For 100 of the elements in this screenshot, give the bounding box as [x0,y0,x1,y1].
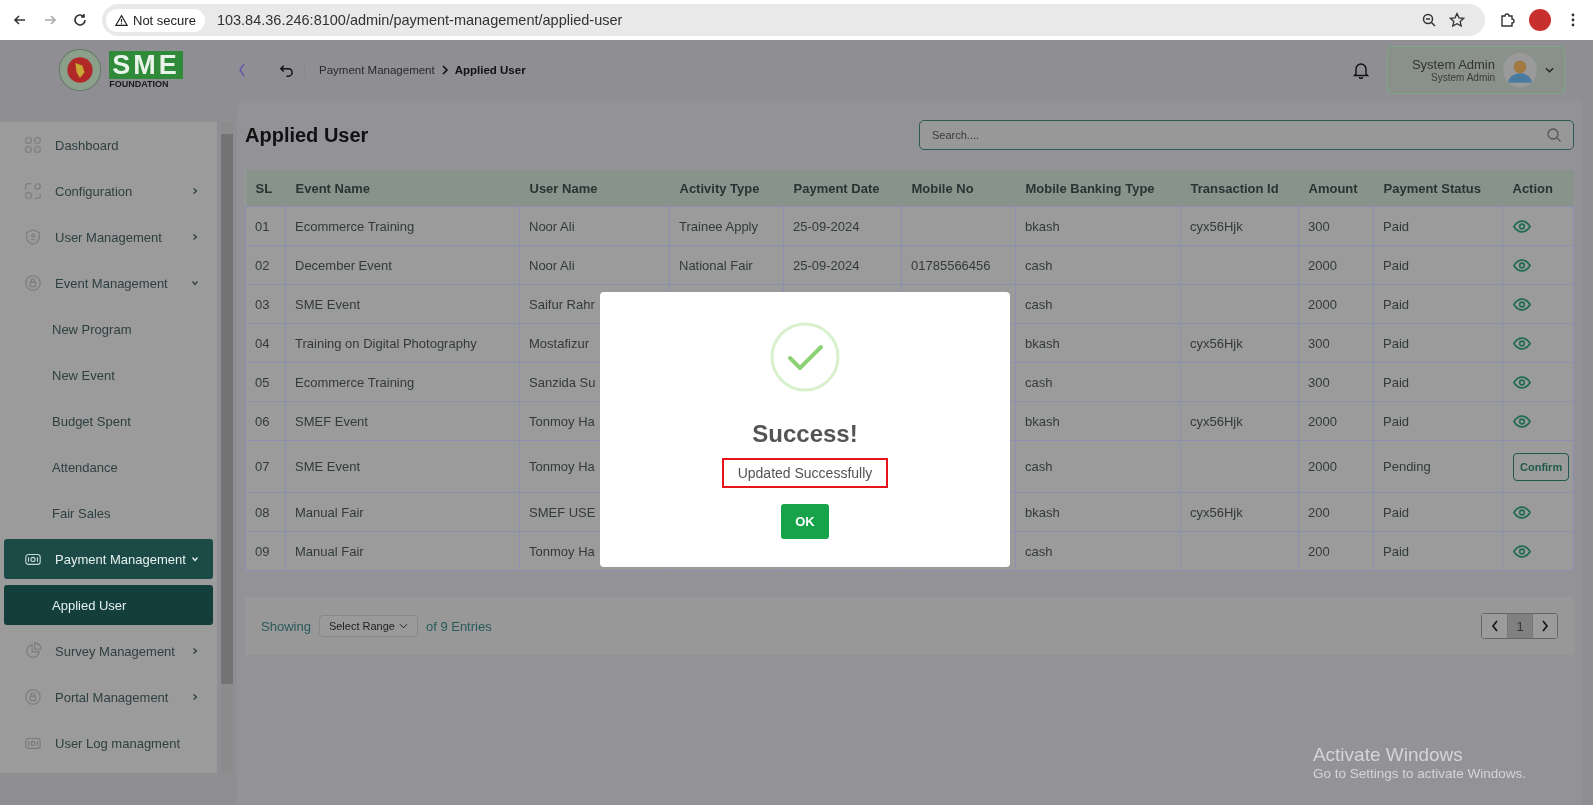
chevron-down-icon [398,623,408,629]
sidebar-item[interactable]: Dashboard [4,125,213,165]
chevron-right-icon [191,233,199,241]
chevron-right-icon [191,693,199,701]
column-header: Action [1502,170,1574,207]
banking-type: bkash [1015,492,1181,532]
amount: 2000 [1298,440,1374,493]
event-name: Training on Digital Photography [285,323,520,363]
chevron-right-icon [191,647,199,655]
url-text: 103.84.36.246:8100/admin/payment-management/applied-user [216,12,623,28]
star-icon[interactable] [1449,12,1465,28]
banking-type: cash [1015,284,1181,324]
serial-number: 07 [245,440,286,493]
undo-icon[interactable] [279,62,305,78]
ok-button[interactable]: OK [781,504,829,539]
payment-status: Paid [1373,323,1503,363]
sidebar-subitem[interactable]: Attendance [4,447,213,487]
puzzle-icon[interactable] [1499,12,1515,28]
sidebar-item[interactable]: Payment Management [4,539,213,579]
amount: 300 [1298,206,1374,246]
transaction-id: cyx56Hjk [1180,492,1299,532]
sidebar-scrollbar[interactable] [221,122,233,773]
emblem-icon [57,47,104,93]
next-page-button[interactable] [1532,614,1557,638]
pie-chart-icon [24,642,42,660]
notification-bell-icon[interactable] [1352,61,1369,79]
sidebar-item[interactable]: User Management [4,217,213,257]
activity-type: Trainee Apply [669,206,784,246]
column-header: User Name [519,170,670,207]
banking-type: cash [1015,531,1181,571]
transaction-id: cyx56Hjk [1180,323,1299,363]
event-name: Ecommerce Training [285,362,520,402]
banking-type: bkash [1015,323,1181,363]
chevron-down-icon [1545,67,1554,73]
logo: SME FOUNDATION [109,51,183,89]
dialog-message: Updated Successfully [721,458,889,488]
column-header: Amount [1298,170,1374,207]
banking-type: cash [1015,245,1181,285]
sidebar-subitem[interactable]: New Program [4,309,213,349]
address-bar[interactable]: Not secure 103.84.36.246:8100/admin/payment-management/applied-user [102,4,1485,36]
sidebar-item[interactable]: User Log managment [4,723,213,763]
chevron-right-icon [1541,620,1549,632]
event-name: Manual Fair [285,531,520,571]
shapes-icon [24,182,42,200]
serial-number: 06 [245,401,286,441]
sidebar-item[interactable]: Event Management [4,263,213,303]
warning-icon [115,13,128,27]
banking-type: bkash [1015,401,1181,441]
event-name: SME Event [285,440,520,493]
zoom-icon[interactable] [1421,12,1437,28]
payment-date: 25-09-2024 [783,206,902,246]
range-select[interactable]: Select Range [318,615,418,637]
event-name: Manual Fair [285,492,520,532]
payment-status: Paid [1373,401,1503,441]
banking-type: cash [1015,362,1181,402]
chevron-down-icon [191,279,199,287]
payment-status: Pending [1373,440,1503,493]
breadcrumb-item: Applied User [454,64,526,76]
event-name: December Event [285,245,520,285]
chevron-right-icon [440,65,449,75]
column-header: Activity Type [669,170,784,207]
reload-icon[interactable] [72,12,88,28]
sidebar-item[interactable]: Survey Management [4,631,213,671]
payment-status: Paid [1373,531,1503,571]
lock-icon [24,688,42,706]
serial-number: 02 [245,245,286,285]
page-button[interactable]: 1 [1507,614,1532,638]
sidebar-subitem[interactable]: Fair Sales [4,493,213,533]
sidebar-subitem[interactable]: Applied User [4,585,213,625]
sidebar-item[interactable]: Portal Management [4,677,213,717]
dialog-title: Success! [752,420,858,448]
payment-date: 25-09-2024 [783,245,902,285]
column-header: Payment Status [1373,170,1503,207]
payment-status: Paid [1373,245,1503,285]
user-menu[interactable]: System Admin System Admin [1386,46,1565,94]
column-header: Payment Date [783,170,902,207]
page-title: Applied User [245,123,369,147]
banking-type: bkash [1015,206,1181,246]
serial-number: 08 [245,492,286,532]
breadcrumb-item[interactable]: Payment Management [319,64,435,76]
column-header: Event Name [285,170,520,207]
showing-label: Showing [261,618,311,634]
profile-avatar[interactable] [1529,9,1551,31]
column-header: Transaction Id [1180,170,1299,207]
confirm-button[interactable]: Confirm [1513,452,1570,481]
sidebar-subitem[interactable]: New Event [4,355,213,395]
sidebar-item[interactable]: Configuration [4,171,213,211]
amount: 300 [1298,362,1374,402]
chevron-right-icon [191,187,199,195]
sidebar-subitem[interactable]: Budget Spent [4,401,213,441]
search-field[interactable]: Search.... [919,120,1574,150]
amount: 2000 [1298,245,1374,285]
payment-status: Paid [1373,284,1503,324]
payment-status: Paid [1373,206,1503,246]
security-chip[interactable]: Not secure [106,8,205,32]
column-header: Mobile Banking Type [1015,170,1181,207]
activity-type: National Fair [669,245,784,285]
chevron-down-icon [191,555,199,563]
payment-status: Paid [1373,362,1503,402]
avatar-icon [1503,53,1537,87]
